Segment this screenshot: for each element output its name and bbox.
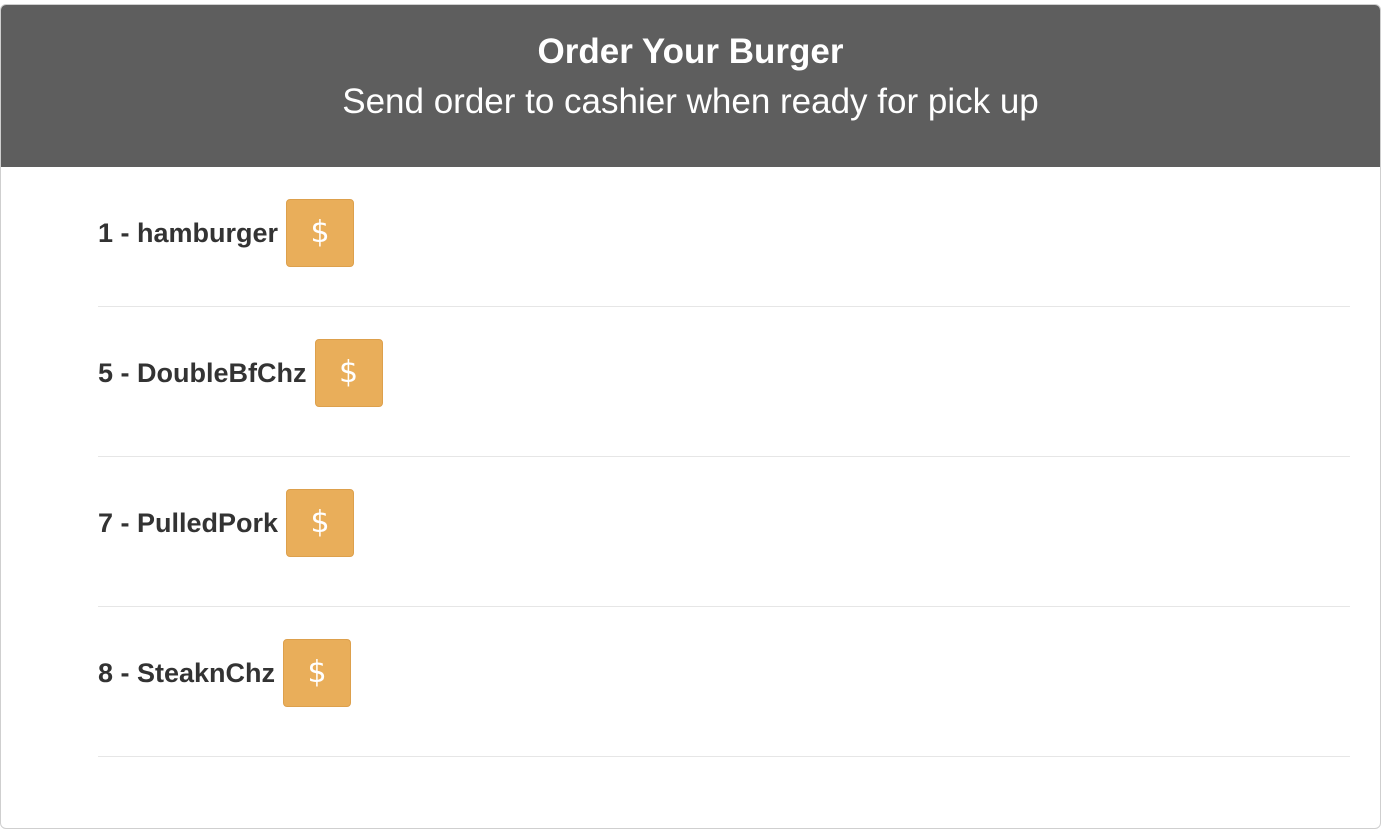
order-panel: Order Your Burger Send order to cashier … [0, 4, 1381, 829]
send-to-cashier-button[interactable]: $ [286, 199, 355, 267]
dollar-icon: $ [338, 355, 359, 390]
panel-header: Order Your Burger Send order to cashier … [1, 5, 1380, 167]
page-subtitle: Send order to cashier when ready for pic… [342, 82, 1039, 121]
order-list: 1 - hamburger $ 5 - DoubleBfChz $ 7 - Pu… [98, 167, 1350, 757]
order-label: 7 - PulledPork [98, 508, 279, 538]
page-title: Order Your Burger [537, 32, 844, 71]
order-label: 1 - hamburger [98, 218, 279, 248]
dollar-icon: $ [307, 655, 327, 690]
send-to-cashier-button[interactable]: $ [283, 639, 352, 707]
send-to-cashier-button[interactable]: $ [314, 339, 383, 407]
dollar-icon: $ [310, 505, 330, 540]
order-row-doublebfchz: 5 - DoubleBfChz $ [98, 307, 1350, 457]
dollar-icon: $ [310, 215, 330, 250]
order-label: 8 - SteaknChz [98, 658, 276, 688]
send-to-cashier-button[interactable]: $ [286, 489, 355, 557]
order-label: 5 - DoubleBfChz [98, 358, 307, 388]
order-row-hamburger: 1 - hamburger $ [98, 167, 1350, 307]
order-row-pulledpork: 7 - PulledPork $ [98, 457, 1350, 607]
order-row-steaknchz: 8 - SteaknChz $ [98, 607, 1350, 757]
